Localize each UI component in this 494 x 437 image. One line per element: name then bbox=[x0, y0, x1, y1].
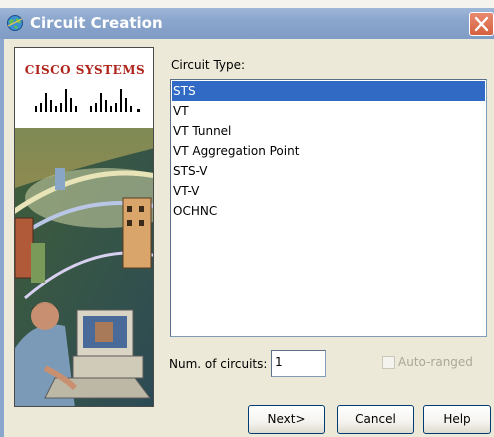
close-button[interactable] bbox=[469, 12, 494, 36]
circuit-type-label: Circuit Type: bbox=[171, 58, 246, 72]
help-button[interactable]: Help bbox=[423, 405, 491, 434]
list-item-ochnc[interactable]: OCHNC bbox=[172, 201, 485, 221]
wizard-art-panel: Cisco Systems bbox=[14, 47, 154, 407]
list-item-sts-v[interactable]: STS-V bbox=[172, 161, 485, 181]
list-item-vt-aggregation-point[interactable]: VT Aggregation Point bbox=[172, 141, 485, 161]
desktop-strip bbox=[0, 0, 494, 8]
circuit-type-list[interactable]: STS VT VT Tunnel VT Aggregation Point ST… bbox=[170, 79, 487, 337]
num-circuits-input[interactable]: 1 bbox=[271, 350, 326, 377]
window-title: Circuit Creation bbox=[30, 14, 163, 32]
num-circuits-label: Num. of circuits: bbox=[169, 357, 268, 371]
globe-icon bbox=[6, 14, 24, 32]
window-frame bbox=[0, 39, 4, 437]
next-button[interactable]: Next> bbox=[248, 405, 325, 434]
list-item-vt[interactable]: VT bbox=[172, 101, 485, 121]
auto-ranged-label: Auto-ranged bbox=[398, 355, 473, 369]
cisco-logo-art bbox=[15, 89, 153, 406]
list-item-vt-tunnel[interactable]: VT Tunnel bbox=[172, 121, 485, 141]
auto-ranged-checkbox[interactable] bbox=[382, 356, 395, 369]
title-bar[interactable]: Circuit Creation bbox=[0, 8, 494, 39]
list-item-sts[interactable]: STS bbox=[172, 81, 485, 101]
close-icon bbox=[474, 16, 489, 32]
list-item-vt-v[interactable]: VT-V bbox=[172, 181, 485, 201]
cancel-button[interactable]: Cancel bbox=[337, 405, 414, 434]
